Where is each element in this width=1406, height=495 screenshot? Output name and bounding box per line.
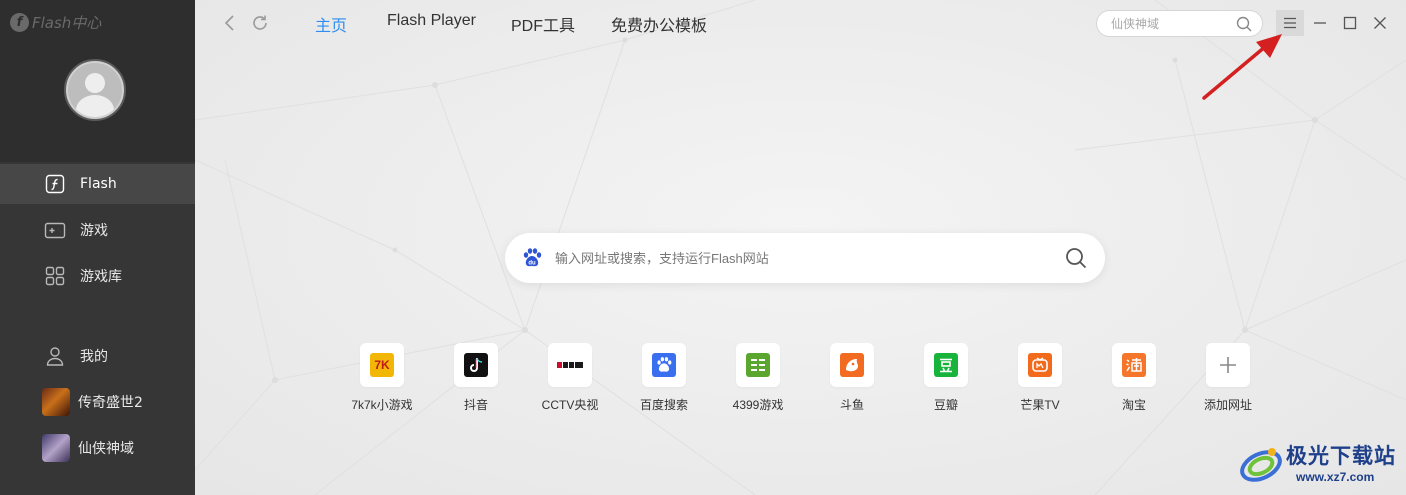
shortcut-tile (1206, 343, 1250, 387)
svg-text:du: du (528, 261, 536, 267)
grid-icon (44, 265, 66, 287)
sidebar-item-games[interactable]: 游戏 (0, 210, 195, 250)
shortcut-label: 添加网址 (1203, 398, 1252, 412)
4399-icon (746, 353, 770, 377)
watermark: 极光下载站 www.xz7.com (1236, 436, 1398, 492)
tab-office-templates[interactable]: 免费办公模板 (611, 12, 707, 36)
shortcut-label: 淘宝 (1121, 398, 1146, 412)
mangotv-icon (1028, 353, 1052, 377)
shortcut-label: CCTV央视 (541, 398, 599, 412)
gamepad-icon (44, 219, 66, 241)
watermark-logo-icon (1240, 448, 1282, 482)
minimize-icon (1314, 22, 1326, 24)
shortcut-tile (830, 343, 874, 387)
sidebar-item-label: 我的 (80, 349, 108, 365)
shortcut-tile (548, 343, 592, 387)
sidebar-item-flash[interactable]: Flash (0, 164, 195, 204)
shortcut-label: 芒果TV (1020, 398, 1060, 412)
shortcut-taobao[interactable]: 淘宝 (1089, 343, 1179, 413)
sidebar-item-label: 游戏库 (80, 269, 122, 285)
shortcut-tile (1018, 343, 1062, 387)
minimize-button[interactable] (1306, 10, 1334, 36)
sidebar-item-mine[interactable]: 我的 (0, 336, 195, 376)
shortcut-add-url[interactable]: 添加网址 (1183, 343, 1273, 413)
tab-home[interactable]: 主页 (315, 12, 347, 36)
back-button[interactable] (217, 10, 243, 36)
hamburger-menu-icon (1284, 17, 1296, 29)
douyu-icon (840, 353, 864, 377)
shortcut-4399[interactable]: 4399游戏 (713, 343, 803, 413)
app-logo-text: Flash中心 (32, 13, 102, 32)
shortcut-cctv[interactable]: CCTV央视 (525, 343, 615, 413)
main-search-input[interactable] (555, 250, 1035, 266)
shortcut-douban[interactable]: 豆瓣 (901, 343, 991, 413)
baidu-icon (652, 353, 676, 377)
shortcut-label: 抖音 (463, 398, 488, 412)
shortcut-tile: 7K (360, 343, 404, 387)
top-search-input[interactable] (1111, 16, 1231, 31)
close-icon (1374, 17, 1386, 29)
game-thumb-icon (42, 388, 70, 416)
shortcut-tile (924, 343, 968, 387)
refresh-button[interactable] (247, 10, 273, 36)
shortcut-label: 4399游戏 (732, 398, 784, 412)
close-button[interactable] (1366, 10, 1394, 36)
sidebar-item-label: Flash (80, 176, 117, 192)
tab-flash-player[interactable]: Flash Player (387, 12, 476, 30)
app-logo: f Flash中心 (10, 12, 101, 32)
sidebar-item-game-library[interactable]: 游戏库 (0, 256, 195, 296)
shortcut-baidu[interactable]: 百度搜索 (619, 343, 709, 413)
shortcut-mangotv[interactable]: 芒果TV (995, 343, 1085, 413)
shortcut-tile (642, 343, 686, 387)
shortcut-douyin[interactable]: 抖音 (431, 343, 521, 413)
main-search-box: du (505, 233, 1105, 283)
game-thumb-icon (42, 434, 70, 462)
douban-icon (934, 353, 958, 377)
shortcut-tile (1112, 343, 1156, 387)
cctv-icon (555, 353, 585, 377)
plus-icon (1220, 357, 1236, 373)
avatar[interactable] (64, 59, 126, 121)
flash-icon (44, 173, 66, 195)
profile-area: f Flash中心 (0, 0, 195, 162)
sidebar: f Flash中心 Flash 游戏 游戏库 我的 传奇盛世2 仙侠神域 (0, 0, 195, 495)
7k7k-icon: 7K (370, 353, 394, 377)
refresh-icon (253, 15, 267, 30)
shortcut-douyu[interactable]: 斗鱼 (807, 343, 897, 413)
shortcut-tile (736, 343, 780, 387)
shortcut-7k7k[interactable]: 7K 7k7k小游戏 (337, 343, 427, 413)
search-icon[interactable] (1065, 247, 1087, 269)
shortcut-label: 豆瓣 (933, 398, 958, 412)
sidebar-item-label: 传奇盛世2 (78, 395, 143, 411)
watermark-brand: 极光下载站 (1286, 444, 1396, 468)
douyin-icon (464, 353, 488, 377)
flash-logo-icon: f (10, 12, 29, 32)
user-icon (44, 345, 66, 367)
shortcut-tile (454, 343, 498, 387)
shortcut-label: 百度搜索 (639, 398, 688, 412)
sidebar-item-label: 仙侠神域 (78, 441, 134, 457)
main-area: 主页 Flash Player PDF工具 免费办公模板 仙侠神域 du 输入网… (195, 0, 1406, 495)
baidu-paw-icon: du (523, 248, 542, 267)
maximize-icon (1343, 16, 1357, 30)
sidebar-item-label: 游戏 (80, 223, 108, 239)
sidebar-item-recent-game[interactable]: 传奇盛世2 (0, 382, 195, 422)
maximize-button[interactable] (1336, 10, 1364, 36)
chevron-left-icon (224, 15, 234, 31)
annotation-arrow-icon (1202, 34, 1282, 100)
taobao-icon (1122, 353, 1146, 377)
shortcut-label: 斗鱼 (839, 398, 864, 412)
watermark-url: www.xz7.com (1296, 470, 1375, 484)
tab-pdf-tools[interactable]: PDF工具 (511, 12, 575, 36)
shortcut-label: 7k7k小游戏 (351, 398, 413, 412)
sidebar-item-recent-game[interactable]: 仙侠神域 (0, 428, 195, 468)
